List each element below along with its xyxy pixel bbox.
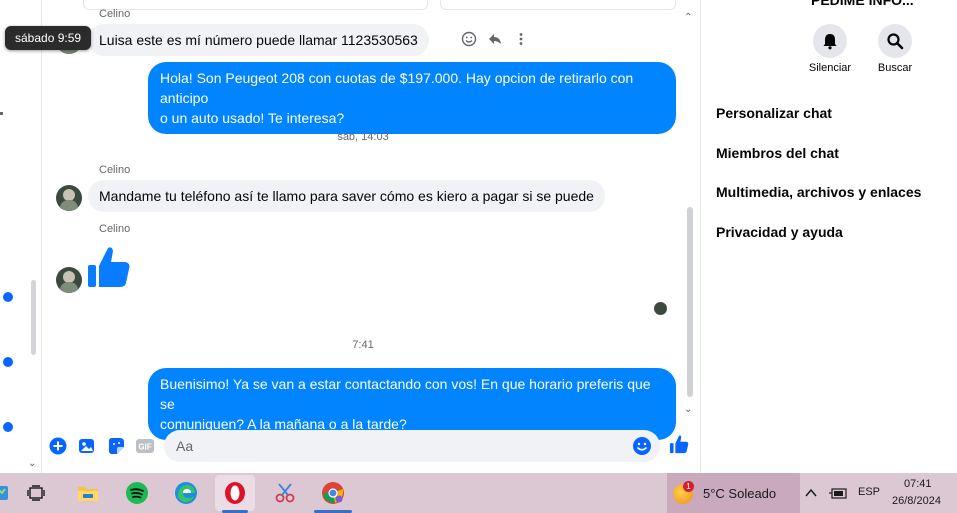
scroll-up-icon[interactable]: ⌃ bbox=[684, 12, 692, 23]
search-button[interactable] bbox=[878, 24, 912, 58]
gif-icon[interactable]: GIF bbox=[135, 436, 155, 456]
timestamp-tooltip: sábado 9:59 bbox=[5, 26, 92, 50]
chat-title: PEDIME INFO... bbox=[811, 0, 914, 8]
thumbs-up-icon[interactable] bbox=[86, 244, 132, 295]
unread-dot bbox=[3, 422, 13, 432]
weather-text: 5°C Soleado bbox=[703, 486, 777, 501]
sticker-icon[interactable] bbox=[106, 436, 126, 456]
unread-dot bbox=[3, 292, 13, 302]
chevron-down-icon[interactable]: ⌄ bbox=[28, 458, 36, 469]
unread-dot bbox=[3, 357, 13, 367]
seen-avatar bbox=[654, 302, 667, 315]
search-icon bbox=[887, 33, 904, 50]
message-line: o un auto usado! Te interesa? bbox=[160, 110, 345, 126]
screen: ⌄ sábado 9:59 Celino Luisa este es mí nú… bbox=[0, 0, 957, 513]
sender-name: Celino bbox=[99, 8, 131, 20]
message-bubble-incoming[interactable]: Luisa este es mí número puede llamar 112… bbox=[88, 24, 429, 56]
add-icon[interactable] bbox=[48, 436, 68, 456]
clock-date[interactable]: 26/8/2024 bbox=[892, 495, 941, 507]
message-line: Hola! Son Peugeot 208 con cuotas de $197… bbox=[160, 70, 634, 106]
like-icon[interactable] bbox=[669, 434, 689, 454]
notification-badge: 1 bbox=[683, 481, 694, 492]
edge-icon[interactable] bbox=[173, 480, 199, 506]
timestamp-divider: sáb, 14:03 bbox=[337, 131, 389, 143]
previous-bubble-edge bbox=[440, 0, 676, 10]
bell-icon bbox=[823, 34, 837, 50]
sender-name: Celino bbox=[99, 164, 131, 176]
app-icon[interactable] bbox=[0, 480, 14, 506]
menu-privacy-help[interactable]: Privacidad y ayuda bbox=[716, 224, 843, 240]
taskbar: 1 5°C Soleado ESP 07:41 26/8/2024 bbox=[0, 473, 957, 513]
menu-customize-chat[interactable]: Personalizar chat bbox=[716, 105, 832, 121]
battery-icon[interactable] bbox=[826, 480, 850, 506]
scroll-down-icon[interactable]: ⌄ bbox=[684, 404, 692, 415]
message-bubble-incoming[interactable]: Mandame tu teléfono así te llamo para sa… bbox=[88, 180, 605, 212]
chat-scrollbar-thumb[interactable] bbox=[687, 207, 693, 397]
spotify-icon[interactable] bbox=[124, 480, 150, 506]
message-actions bbox=[460, 30, 530, 48]
list-marker bbox=[0, 112, 3, 115]
message-bubble-outgoing[interactable]: Hola! Son Peugeot 208 con cuotas de $197… bbox=[148, 62, 676, 134]
avatar[interactable] bbox=[56, 185, 82, 211]
message-input[interactable]: Aa bbox=[164, 430, 660, 462]
menu-chat-members[interactable]: Miembros del chat bbox=[716, 145, 839, 161]
avatar[interactable] bbox=[56, 267, 82, 293]
message-line: Buenisimo! Ya se van a estar contactando… bbox=[160, 376, 651, 412]
sender-name: Celino bbox=[99, 223, 131, 235]
message-input-placeholder: Aa bbox=[176, 438, 194, 454]
timestamp-divider: 7:41 bbox=[352, 339, 374, 351]
chat-info-panel: PEDIME INFO... Silenciar Buscar Personal… bbox=[700, 0, 957, 473]
language-indicator[interactable]: ESP bbox=[858, 486, 880, 498]
search-label: Buscar bbox=[877, 62, 913, 74]
list-scrollbar[interactable] bbox=[31, 280, 36, 355]
svg-text:GIF: GIF bbox=[138, 443, 151, 452]
react-icon[interactable] bbox=[460, 30, 478, 48]
previous-bubble-edge bbox=[83, 0, 428, 10]
gallery-icon[interactable] bbox=[77, 436, 97, 456]
file-explorer-icon[interactable] bbox=[75, 480, 101, 506]
menu-media-files-links[interactable]: Multimedia, archivos y enlaces bbox=[716, 184, 921, 200]
chevron-up-icon[interactable] bbox=[801, 480, 821, 506]
more-options-icon[interactable] bbox=[512, 30, 530, 48]
chrome-icon[interactable] bbox=[320, 480, 346, 506]
task-view-icon[interactable] bbox=[23, 480, 49, 506]
weather-widget[interactable]: 1 5°C Soleado bbox=[667, 473, 800, 513]
reply-icon[interactable] bbox=[486, 30, 504, 48]
snipping-tool-icon[interactable] bbox=[272, 480, 298, 506]
previous-messages-edge bbox=[42, 0, 699, 12]
clock-time[interactable]: 07:41 bbox=[904, 478, 932, 490]
emoji-icon[interactable] bbox=[632, 436, 652, 456]
chat-panel: Celino Luisa este es mí número puede lla… bbox=[42, 0, 699, 473]
opera-icon[interactable] bbox=[222, 480, 248, 506]
mute-button[interactable] bbox=[813, 24, 847, 58]
composer: GIF Aa bbox=[42, 428, 699, 464]
conversation-list-edge: ⌄ bbox=[0, 0, 42, 473]
